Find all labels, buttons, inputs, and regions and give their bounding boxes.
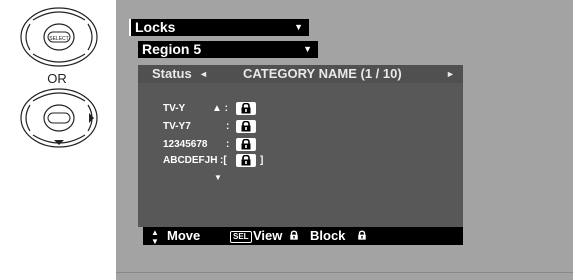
rating-separator: :[ (220, 155, 227, 166)
navigation-pad-icon (20, 88, 98, 148)
or-label: OR (47, 71, 67, 86)
select-button-icon: SELECT (20, 7, 98, 67)
locks-dropdown-label: Locks (135, 19, 176, 35)
chevron-down-icon: ▼ (303, 44, 312, 54)
rating-separator: ▲ : (212, 103, 229, 114)
left-arrow-icon[interactable]: ◄ (199, 65, 208, 83)
category-name: CATEGORY NAME (1 / 10) (243, 66, 402, 81)
move-label: Move (167, 228, 201, 243)
status-label: Status (152, 66, 192, 81)
lock-icon (241, 139, 251, 150)
unlocked-icon (290, 230, 298, 240)
rating-separator: : (226, 121, 230, 132)
block-label-text: Block (310, 228, 346, 243)
panel-divider (116, 272, 573, 273)
lock-icon (241, 155, 251, 166)
block-label: Block (310, 227, 367, 245)
lock-icon (358, 230, 366, 240)
remote-illustration: SELECT OR (0, 0, 116, 280)
right-arrow-icon[interactable]: ► (446, 65, 455, 83)
rating-name: ABCDEFJH (163, 155, 218, 166)
scroll-down-arrow-icon[interactable]: ▼ (214, 173, 222, 182)
view-label-text: View (253, 228, 283, 243)
rating-separator: : (226, 139, 230, 150)
rating-bracket-close: ] (260, 155, 264, 166)
lock-toggle-button[interactable] (236, 138, 256, 151)
region-dropdown-label: Region 5 (142, 41, 202, 57)
region-dropdown[interactable]: Region 5 ▼ (138, 41, 318, 58)
view-label: View (253, 227, 299, 245)
rating-name: 12345678 (163, 139, 208, 150)
locks-dropdown[interactable]: Locks ▼ (129, 19, 309, 36)
lock-toggle-button[interactable] (236, 154, 256, 167)
lock-icon (241, 103, 251, 114)
up-down-arrow-icon: ▲ ▼ (151, 228, 159, 246)
svg-text:SELECT: SELECT (49, 36, 68, 42)
lock-toggle-button[interactable] (236, 102, 256, 115)
rating-name: TV-Y (163, 103, 186, 114)
chevron-down-icon: ▼ (294, 22, 303, 32)
lock-icon (241, 121, 251, 132)
lock-toggle-button[interactable] (236, 120, 256, 133)
sel-key-icon: SEL (230, 231, 252, 243)
rating-name: TV-Y7 (163, 121, 191, 132)
